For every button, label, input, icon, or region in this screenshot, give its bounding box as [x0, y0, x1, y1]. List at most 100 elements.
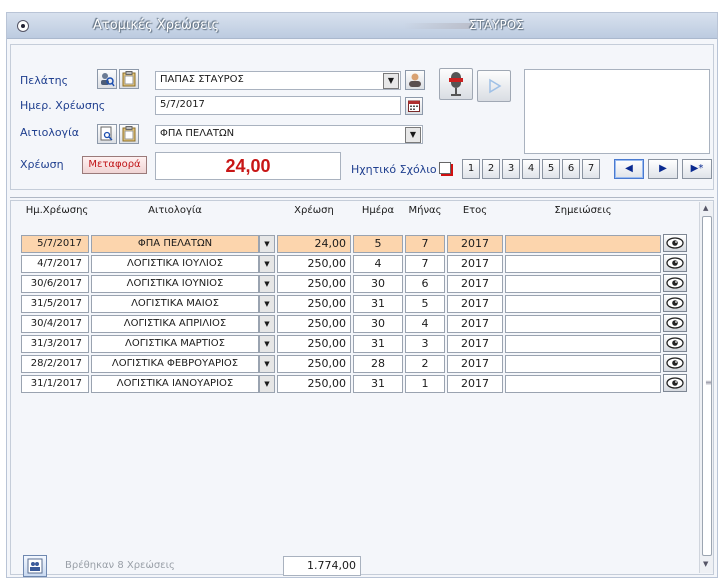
column-header-day[interactable]: Ημέρα [353, 205, 403, 216]
row-amount-cell[interactable]: 250,00 [277, 295, 351, 313]
row-amount-cell[interactable]: 250,00 [277, 315, 351, 333]
row-date-cell[interactable]: 28/2/2017 [21, 355, 89, 373]
table-row[interactable]: 4/7/2017 ΛΟΓΙΣΤΙΚΑ ΙΟΥΛΙΟΣ 250,00 4 7 2017 ▼ [21, 254, 693, 273]
scroll-up-icon[interactable]: ▲ [703, 204, 708, 212]
row-amount-cell[interactable]: 24,00 [277, 235, 351, 253]
row-year-cell[interactable]: 2017 [447, 335, 503, 353]
row-reason-cell[interactable]: ΦΠΑ ΠΕΛΑΤΩΝ [91, 235, 259, 253]
column-header-reason[interactable]: Αιτιολογία [91, 205, 259, 216]
previous-record-button[interactable]: ◀ [614, 159, 644, 179]
row-view-button[interactable] [663, 274, 687, 292]
row-day-cell[interactable]: 31 [353, 375, 403, 393]
page-button-3[interactable]: 3 [502, 159, 520, 179]
grid-vertical-scrollbar[interactable]: ▲ ≡ ▼ [699, 202, 713, 573]
table-row[interactable]: 31/5/2017 ΛΟΓΙΣΤΙΚΑ ΜΑΙΟΣ 250,00 31 5 2017 ▼ [21, 294, 693, 313]
row-reason-cell[interactable]: ΛΟΓΙΣΤΙΚΑ ΑΠΡΙΛΙΟΣ [91, 315, 259, 333]
page-button-6[interactable]: 6 [562, 159, 580, 179]
row-year-cell[interactable]: 2017 [447, 295, 503, 313]
row-amount-cell[interactable]: 250,00 [277, 355, 351, 373]
page-button-7[interactable]: 7 [582, 159, 600, 179]
row-reason-dropdown-icon[interactable]: ▼ [259, 275, 275, 293]
row-day-cell[interactable]: 5 [353, 235, 403, 253]
row-reason-dropdown-icon[interactable]: ▼ [259, 335, 275, 353]
table-row[interactable]: 31/1/2017 ΛΟΓΙΣΤΙΚΑ ΙΑΝΟΥΑΡΙΟΣ 250,00 31 1 20… [21, 374, 693, 393]
next-record-button[interactable]: ▶ [648, 159, 678, 179]
table-row[interactable]: 5/7/2017 ΦΠΑ ΠΕΛΑΤΩΝ 24,00 5 7 2017 ▼ [21, 234, 693, 253]
row-day-cell[interactable]: 28 [353, 355, 403, 373]
page-button-4[interactable]: 4 [522, 159, 540, 179]
scrollbar-thumb[interactable]: ≡ [702, 216, 712, 556]
reason-clipboard-button[interactable] [119, 124, 139, 144]
row-month-cell[interactable]: 1 [405, 375, 445, 393]
row-view-button[interactable] [663, 254, 687, 272]
row-view-button[interactable] [663, 294, 687, 312]
row-date-cell[interactable]: 30/6/2017 [21, 275, 89, 293]
row-notes-cell[interactable] [505, 375, 661, 393]
page-button-2[interactable]: 2 [482, 159, 500, 179]
row-date-cell[interactable]: 30/4/2017 [21, 315, 89, 333]
new-record-button[interactable]: ▶* [682, 159, 712, 179]
row-year-cell[interactable]: 2017 [447, 275, 503, 293]
play-audio-button[interactable] [477, 70, 511, 102]
scroll-down-icon[interactable]: ▼ [703, 560, 708, 568]
page-button-1[interactable]: 1 [462, 159, 480, 179]
table-row[interactable]: 31/3/2017 ΛΟΓΙΣΤΙΚΑ ΜΑΡΤΙΟΣ 250,00 31 3 2017 ▼ [21, 334, 693, 353]
row-view-button[interactable] [663, 314, 687, 332]
row-notes-cell[interactable] [505, 315, 661, 333]
export-button[interactable] [23, 555, 47, 577]
row-year-cell[interactable]: 2017 [447, 235, 503, 253]
column-header-notes[interactable]: Σημειώσεις [505, 205, 661, 216]
column-header-year[interactable]: Ετος [447, 205, 503, 216]
row-reason-cell[interactable]: ΛΟΓΙΣΤΙΚΑ ΙΟΥΝΙΟΣ [91, 275, 259, 293]
table-row[interactable]: 30/6/2017 ΛΟΓΙΣΤΙΚΑ ΙΟΥΝΙΟΣ 250,00 30 6 2017 ▼ [21, 274, 693, 293]
row-reason-cell[interactable]: ΛΟΓΙΣΤΙΚΑ ΙΟΥΛΙΟΣ [91, 255, 259, 273]
date-input[interactable]: 5/7/2017 [155, 96, 401, 115]
audio-comment-checkbox[interactable] [439, 162, 451, 174]
row-view-button[interactable] [663, 354, 687, 372]
charge-amount[interactable]: 24,00 [155, 152, 341, 180]
row-month-cell[interactable]: 7 [405, 235, 445, 253]
row-reason-cell[interactable]: ΛΟΓΙΣΤΙΚΑ ΜΑΙΟΣ [91, 295, 259, 313]
row-year-cell[interactable]: 2017 [447, 315, 503, 333]
customer-search-button[interactable] [97, 69, 117, 89]
row-day-cell[interactable]: 30 [353, 275, 403, 293]
row-day-cell[interactable]: 31 [353, 335, 403, 353]
row-date-cell[interactable]: 5/7/2017 [21, 235, 89, 253]
row-month-cell[interactable]: 7 [405, 255, 445, 273]
row-reason-dropdown-icon[interactable]: ▼ [259, 235, 275, 253]
row-day-cell[interactable]: 30 [353, 315, 403, 333]
customer-card-button[interactable] [405, 70, 425, 90]
reason-dropdown-arrow[interactable]: ▼ [405, 127, 421, 143]
row-amount-cell[interactable]: 250,00 [277, 275, 351, 293]
row-month-cell[interactable]: 5 [405, 295, 445, 313]
customer-clipboard-button[interactable] [119, 69, 139, 89]
page-button-5[interactable]: 5 [542, 159, 560, 179]
column-header-month[interactable]: Μήνας [405, 205, 445, 216]
row-reason-cell[interactable]: ΛΟΓΙΣΤΙΚΑ ΙΑΝΟΥΑΡΙΟΣ [91, 375, 259, 393]
row-month-cell[interactable]: 4 [405, 315, 445, 333]
window-radio-icon[interactable] [17, 20, 29, 32]
table-row[interactable]: 30/4/2017 ΛΟΓΙΣΤΙΚΑ ΑΠΡΙΛΙΟΣ 250,00 30 4 2017… [21, 314, 693, 333]
notes-memo[interactable] [524, 69, 710, 154]
row-notes-cell[interactable] [505, 295, 661, 313]
customer-select[interactable]: ΠΑΠΑΣ ΣΤΑΥΡΟΣ [155, 71, 401, 90]
reason-select[interactable]: ΦΠΑ ΠΕΛΑΤΩΝ [155, 125, 423, 144]
row-reason-dropdown-icon[interactable]: ▼ [259, 295, 275, 313]
row-view-button[interactable] [663, 234, 687, 252]
panel-splitter[interactable] [10, 194, 714, 198]
row-reason-dropdown-icon[interactable]: ▼ [259, 315, 275, 333]
table-row[interactable]: 28/2/2017 ΛΟΓΙΣΤΙΚΑ ΦΕΒΡΟΥΑΡΙΟΣ 250,00 28 2 2… [21, 354, 693, 373]
row-notes-cell[interactable] [505, 275, 661, 293]
row-reason-dropdown-icon[interactable]: ▼ [259, 255, 275, 273]
row-notes-cell[interactable] [505, 355, 661, 373]
row-date-cell[interactable]: 31/1/2017 [21, 375, 89, 393]
row-notes-cell[interactable] [505, 335, 661, 353]
row-view-button[interactable] [663, 374, 687, 392]
row-date-cell[interactable]: 31/3/2017 [21, 335, 89, 353]
column-header-date[interactable]: Ημ.Χρέωσης [21, 205, 93, 216]
row-year-cell[interactable]: 2017 [447, 255, 503, 273]
row-day-cell[interactable]: 4 [353, 255, 403, 273]
row-date-cell[interactable]: 31/5/2017 [21, 295, 89, 313]
row-date-cell[interactable]: 4/7/2017 [21, 255, 89, 273]
row-year-cell[interactable]: 2017 [447, 375, 503, 393]
